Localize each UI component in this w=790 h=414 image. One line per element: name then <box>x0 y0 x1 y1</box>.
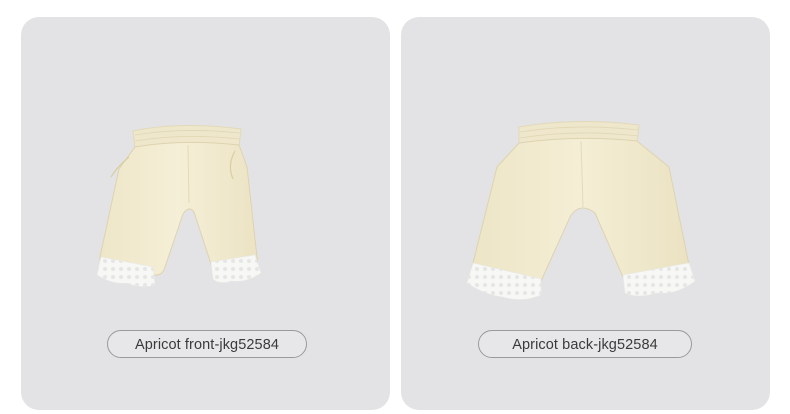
shorts-back-image <box>466 120 696 300</box>
product-card-back[interactable]: Apricot back-jkg52584 <box>401 17 770 410</box>
product-card-front[interactable]: Apricot front-jkg52584 <box>21 17 390 410</box>
product-gallery: Apricot front-jkg52584 Apricot back-jkg5… <box>0 0 790 414</box>
product-caption: Apricot back-jkg52584 <box>478 330 692 358</box>
shorts-front-image <box>96 124 262 287</box>
product-caption: Apricot front-jkg52584 <box>107 330 307 358</box>
